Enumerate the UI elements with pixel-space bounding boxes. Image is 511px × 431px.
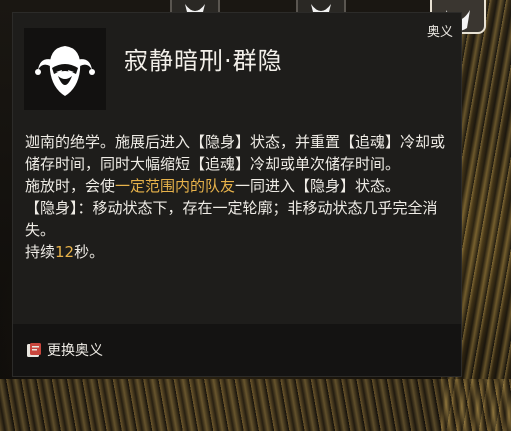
swap-skill-button[interactable]: 更换奥义	[13, 324, 461, 376]
skill-description: 迦南的绝学。施展后进入【隐身】状态，并重置【追魂】冷却或储存时间，同时大幅缩短【…	[25, 131, 453, 263]
game-scene: 奥义 寂静暗刑·群隐 迦南的绝学。施展后进入【隐身】状态，并重置【追魂】冷却或储…	[0, 0, 511, 431]
skill-portrait	[24, 28, 106, 110]
masked-jester-icon	[35, 46, 95, 96]
background-gold-streaks-bottom	[0, 379, 511, 431]
swap-book-icon	[27, 343, 41, 357]
skill-title: 寂静暗刑·群隐	[124, 47, 283, 75]
skill-tooltip: 奥义 寂静暗刑·群隐 迦南的绝学。施展后进入【隐身】状态，并重置【追魂】冷却或储…	[12, 12, 462, 377]
highlight-text: 一定范围内的队友	[115, 177, 236, 195]
duration-value: 12	[55, 243, 75, 261]
swap-skill-label: 更换奥义	[47, 343, 103, 359]
description-paragraph: 【隐身】：移动状态下，存在一定轮廓；非移动状态几乎完全消失。	[25, 199, 438, 239]
description-paragraph: 施放时，会使一定范围内的队友一同进入【隐身】状态。	[25, 175, 453, 197]
description-paragraph: 持续12秒。	[25, 241, 453, 263]
description-paragraph: 迦南的绝学。施展后进入【隐身】状态，并重置【追魂】冷却或储存时间，同时大幅缩短【…	[25, 133, 446, 173]
skill-type-tag: 奥义	[426, 25, 453, 40]
description-text: 持续	[25, 243, 56, 261]
description-text: 一同进入【隐身】状态。	[235, 177, 401, 195]
description-text: 施放时，会使	[25, 177, 116, 195]
description-text: 秒。	[74, 243, 105, 261]
